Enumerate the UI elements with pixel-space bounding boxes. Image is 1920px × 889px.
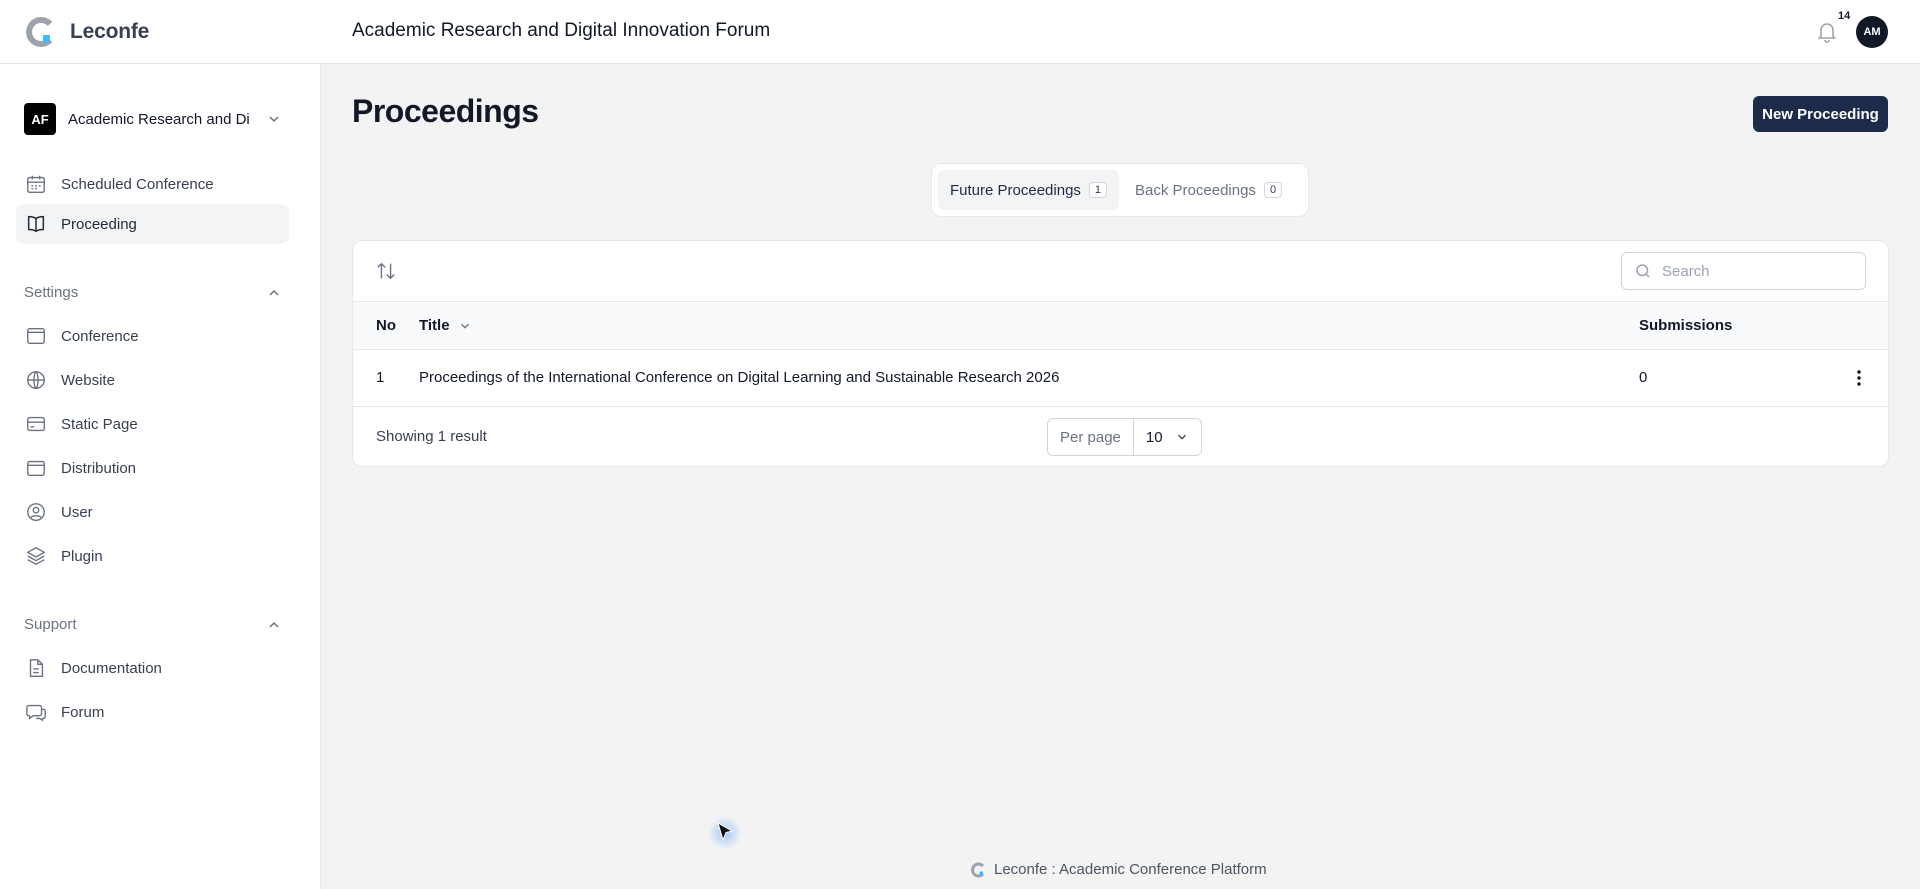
sidebar-item-plugin[interactable]: Plugin <box>16 536 289 576</box>
chevron-up-icon <box>269 621 279 628</box>
sort-arrows-icon[interactable] <box>375 260 397 282</box>
chevron-down-icon <box>1177 434 1186 440</box>
calendar-blank-icon <box>27 460 45 477</box>
brand-name: Leconfe <box>70 20 150 43</box>
sidebar-item-label: Documentation <box>61 659 162 677</box>
document-icon <box>29 659 44 677</box>
brand[interactable]: Leconfe <box>24 16 149 48</box>
top-bar: Leconfe Academic Research and Digital In… <box>0 0 1920 64</box>
search-box[interactable] <box>1621 252 1866 290</box>
per-page-value-text: 10 <box>1145 428 1163 446</box>
chevron-down-icon <box>460 323 469 329</box>
chat-icon <box>26 704 46 722</box>
per-page-label: Per page <box>1048 419 1134 455</box>
proceedings-tabs: Future Proceedings 1 Back Proceedings 0 <box>931 163 1309 217</box>
search-icon <box>1636 264 1650 278</box>
chevron-up-icon <box>269 289 279 296</box>
window-icon <box>27 327 45 345</box>
result-count: Showing 1 result <box>376 428 487 445</box>
table-row[interactable]: 1 Proceedings of the International Confe… <box>353 350 1888 407</box>
sidebar-item-user[interactable]: User <box>16 492 289 532</box>
sidebar-item-documentation[interactable]: Documentation <box>16 648 289 688</box>
calendar-icon <box>27 175 45 193</box>
conference-switcher[interactable]: AF Academic Research and Digital Innovat… <box>24 103 282 135</box>
table-header: No Title Submissions <box>353 302 1888 350</box>
table-footer: Showing 1 result Per page 10 <box>353 407 1888 466</box>
sidebar: AF Academic Research and Digital Innovat… <box>0 64 321 889</box>
column-header-submissions: Submissions <box>1639 317 1733 334</box>
sidebar-item-label: Website <box>61 371 115 389</box>
tab-back-proceedings[interactable]: Back Proceedings 0 <box>1123 170 1294 210</box>
sidebar-item-label: Proceeding <box>61 215 137 233</box>
support-heading: Support <box>24 616 77 633</box>
sidebar-item-label: User <box>61 503 93 521</box>
column-header-no: No <box>376 317 396 334</box>
leconfe-logo-icon <box>26 17 53 47</box>
chevron-down-icon <box>269 116 279 123</box>
leconfe-logo-icon <box>971 862 985 877</box>
sidebar-item-label: Plugin <box>61 547 103 565</box>
search-input[interactable] <box>1662 262 1852 280</box>
sidebar-item-conference[interactable]: Conference <box>16 316 289 356</box>
proceedings-table: No Title Submissions 1 Proceedings of th… <box>352 240 1889 467</box>
sidebar-item-label: Scheduled Conference <box>61 175 214 193</box>
sidebar-item-static-page[interactable]: Static Page <box>16 404 289 444</box>
stack-icon <box>26 546 46 566</box>
credit-card-icon <box>27 416 45 432</box>
book-open-icon <box>27 215 45 233</box>
avatar[interactable]: AM <box>1856 16 1888 48</box>
page-footer: Leconfe : Academic Conference Platform <box>970 861 1267 878</box>
column-header-title[interactable]: Title <box>419 317 472 334</box>
tab-count-badge: 1 <box>1088 182 1108 198</box>
page-title: Proceedings <box>352 93 539 129</box>
new-proceeding-button[interactable]: New Proceeding <box>1753 96 1888 132</box>
tab-label: Future Proceedings <box>950 181 1081 199</box>
column-header-title-label: Title <box>419 317 450 334</box>
sidebar-item-forum[interactable]: Forum <box>16 692 289 732</box>
globe-icon <box>27 371 45 389</box>
bell-icon[interactable] <box>1815 19 1839 43</box>
sidebar-item-proceeding[interactable]: Proceeding <box>16 204 289 244</box>
support-section-header[interactable]: Support <box>24 616 282 633</box>
row-number: 1 <box>376 369 385 386</box>
settings-heading: Settings <box>24 284 79 301</box>
notification-badge: 14 <box>1838 10 1851 22</box>
footer-text: Leconfe : Academic Conference Platform <box>994 861 1267 878</box>
tab-count-badge: 0 <box>1263 182 1283 198</box>
tab-future-proceedings[interactable]: Future Proceedings 1 <box>938 170 1120 210</box>
per-page-select[interactable]: Per page 10 <box>1047 418 1202 456</box>
sidebar-item-distribution[interactable]: Distribution <box>16 448 289 488</box>
row-title[interactable]: Proceedings of the International Confere… <box>419 369 1059 386</box>
sidebar-item-label: Static Page <box>61 415 138 433</box>
sidebar-item-label: Distribution <box>61 459 137 477</box>
mouse-cursor-icon <box>717 822 734 842</box>
more-vertical-icon[interactable] <box>1849 368 1869 388</box>
table-toolbar <box>353 241 1888 302</box>
conference-switcher-label: Academic Research and Digital Innovation… <box>68 110 250 128</box>
row-submissions: 0 <box>1639 369 1648 386</box>
sidebar-item-label: Forum <box>61 703 105 721</box>
sidebar-item-label: Conference <box>61 327 139 345</box>
user-circle-icon <box>27 503 45 521</box>
per-page-value[interactable]: 10 <box>1134 429 1201 446</box>
tab-label: Back Proceedings <box>1135 181 1256 199</box>
conference-title: Academic Research and Digital Innovation… <box>352 20 771 41</box>
conference-initials: AF <box>24 103 56 135</box>
sidebar-item-website[interactable]: Website <box>16 360 289 400</box>
sidebar-item-scheduled-conference[interactable]: Scheduled Conference <box>16 164 289 204</box>
settings-section-header[interactable]: Settings <box>24 284 282 301</box>
